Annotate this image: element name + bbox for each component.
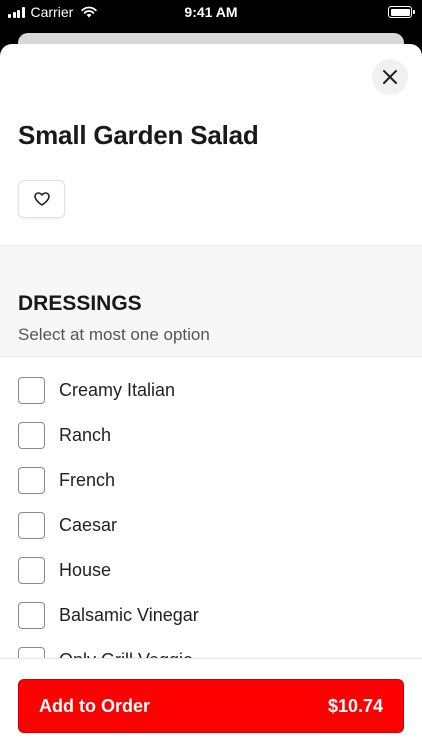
option-checkbox[interactable] — [18, 421, 45, 449]
option-label: French — [59, 469, 116, 490]
close-button[interactable] — [372, 59, 408, 95]
section-subtitle: Select at most one option — [18, 325, 210, 344]
add-to-order-button[interactable]: Add to Order $10.74 — [18, 679, 404, 733]
option-checkbox[interactable] — [18, 511, 45, 539]
order-footer: Add to Order $10.74 — [0, 658, 422, 750]
close-icon — [383, 70, 397, 84]
section-title: DRESSINGS — [18, 292, 142, 315]
option-label: Balsamic Vinegar — [59, 604, 199, 625]
option-label: House — [59, 559, 112, 580]
item-modal: Small Garden Salad DRESSINGS Select at m… — [0, 44, 422, 750]
option-item[interactable]: Creamy Italian — [18, 376, 175, 404]
option-item[interactable]: Balsamic Vinegar — [18, 601, 199, 629]
option-item[interactable]: Ranch — [18, 421, 111, 449]
heart-icon — [33, 192, 50, 206]
order-price: $10.74 — [327, 695, 383, 716]
item-title: Small Garden Salad — [18, 120, 259, 150]
option-item[interactable]: French — [18, 466, 115, 494]
option-checkbox[interactable] — [18, 601, 45, 629]
status-bar: Carrier 9:41 AM — [0, 0, 422, 26]
option-checkbox[interactable] — [18, 556, 45, 584]
add-to-order-label: Add to Order — [39, 695, 150, 716]
option-checkbox[interactable] — [18, 466, 45, 494]
favorite-button[interactable] — [18, 180, 65, 218]
option-item[interactable]: House — [18, 556, 111, 584]
status-time: 9:41 AM — [184, 4, 238, 20]
option-label: Creamy Italian — [59, 379, 176, 400]
option-label: Caesar — [59, 514, 118, 535]
battery-icon — [388, 6, 415, 18]
option-label: Ranch — [59, 424, 112, 445]
option-checkbox[interactable] — [18, 376, 45, 404]
options-list: Creamy Italian Ranch French Caesar House… — [0, 357, 422, 659]
option-item[interactable]: Caesar — [18, 511, 117, 539]
